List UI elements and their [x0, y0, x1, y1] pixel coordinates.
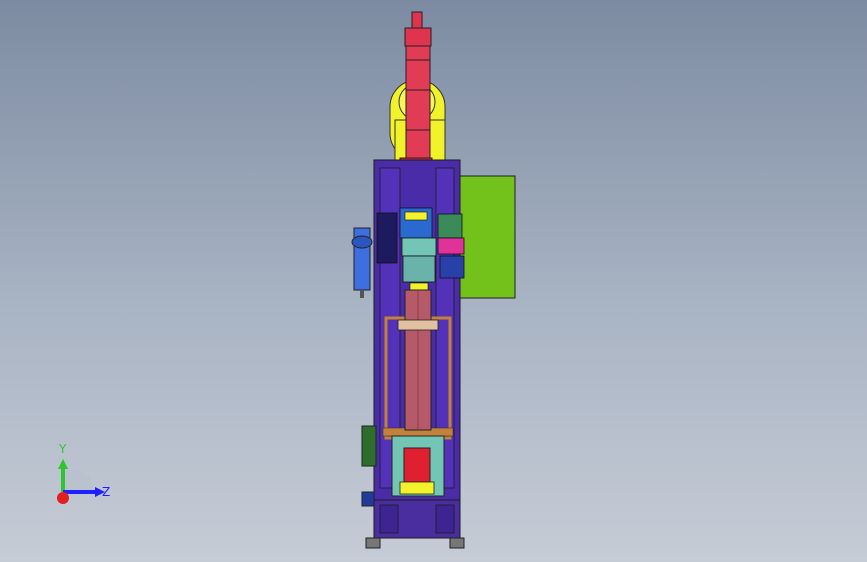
triad-z-label: Z — [102, 485, 111, 499]
machine-feet — [365, 537, 465, 549]
cad-viewport[interactable]: Y Z — [0, 0, 867, 562]
green-control-panel — [456, 175, 516, 299]
triad-icon — [57, 459, 105, 504]
coordinate-triad: Y Z — [40, 440, 130, 520]
lower-assembly — [391, 435, 445, 497]
triad-y-label: Y — [59, 442, 67, 456]
green-module — [361, 425, 377, 507]
air-valve — [351, 227, 373, 298]
press-machine-model[interactable] — [0, 0, 867, 562]
